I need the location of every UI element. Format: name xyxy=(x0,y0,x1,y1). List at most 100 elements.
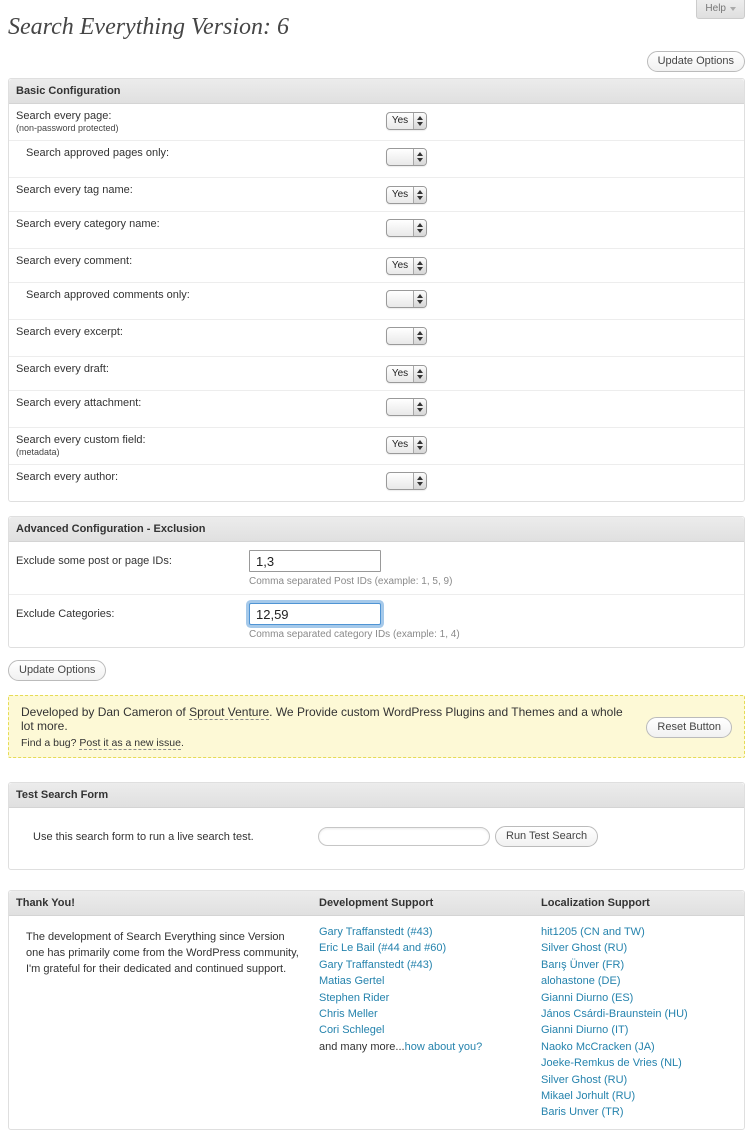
advanced-configuration-header: Advanced Configuration - Exclusion xyxy=(9,517,744,542)
exclusion-label: Exclude some post or page IDs: xyxy=(9,550,249,567)
yes-no-select[interactable]: Yes xyxy=(386,186,427,204)
select-value xyxy=(387,291,413,307)
localization-support-link[interactable]: Mikael Jorhult (RU) xyxy=(541,1088,744,1104)
thank-you-header-row: Thank You! Development Support Localizat… xyxy=(9,891,744,916)
setting-control-cell xyxy=(386,218,427,241)
localization-support-link[interactable]: Gianni Diurno (ES) xyxy=(541,990,744,1006)
setting-row: Search every comment: Yes xyxy=(9,249,744,283)
localization-support-header: Localization Support xyxy=(541,891,744,915)
select-stepper-icon xyxy=(413,328,426,344)
update-options-button-bottom[interactable]: Update Options xyxy=(8,660,106,681)
select-stepper-icon xyxy=(413,366,426,382)
localization-support-link[interactable]: hit1205 (CN and TW) xyxy=(541,924,744,940)
select-stepper-icon xyxy=(413,187,426,203)
test-search-panel: Test Search Form Use this search form to… xyxy=(8,782,745,870)
how-about-you-link[interactable]: how about you? xyxy=(405,1041,483,1053)
development-support-link[interactable]: Gary Traffanstedt (#43) xyxy=(319,957,541,973)
exclusion-label: Exclude Categories: xyxy=(9,603,249,620)
bottom-actions: Update Options xyxy=(8,660,753,681)
help-label: Help xyxy=(705,3,726,14)
exclusion-help-text: Comma separated category IDs (example: 1… xyxy=(249,629,460,640)
sprout-venture-link[interactable]: Sprout Venture xyxy=(189,705,269,720)
yes-no-select[interactable]: Yes xyxy=(386,112,427,130)
localization-support-link[interactable]: Naoko McCracken (JA) xyxy=(541,1039,744,1055)
setting-row: Search every category name: xyxy=(9,212,744,249)
advanced-rows: Exclude some post or page IDs: Comma sep… xyxy=(9,542,744,647)
test-search-body: Use this search form to run a live searc… xyxy=(9,808,744,869)
developer-notice: Developed by Dan Cameron of Sprout Ventu… xyxy=(8,695,745,758)
localization-support-link[interactable]: Baris Unver (TR) xyxy=(541,1104,744,1120)
setting-row: Search every attachment: xyxy=(9,391,744,428)
select-value: Yes xyxy=(387,258,413,274)
localization-support-link[interactable]: Silver Ghost (RU) xyxy=(541,940,744,956)
and-many-more-line: and many more...how about you? xyxy=(319,1039,541,1055)
thank-you-message: The development of Search Everything sin… xyxy=(9,921,319,1121)
basic-configuration-header: Basic Configuration xyxy=(9,79,744,104)
development-support-list: Gary Traffanstedt (#43)Eric Le Bail (#44… xyxy=(319,921,541,1121)
update-options-button-top[interactable]: Update Options xyxy=(647,51,745,72)
development-support-link[interactable]: Cori Schlegel xyxy=(319,1022,541,1038)
yes-no-select[interactable] xyxy=(386,398,427,416)
thank-you-body: The development of Search Everything sin… xyxy=(9,916,744,1129)
select-value: Yes xyxy=(387,366,413,382)
exclusion-input[interactable] xyxy=(249,603,381,625)
yes-no-select[interactable] xyxy=(386,148,427,166)
yes-no-select[interactable]: Yes xyxy=(386,436,427,454)
localization-support-link[interactable]: Barış Ünver (FR) xyxy=(541,957,744,973)
notice-line2-prefix: Find a bug? xyxy=(21,737,79,749)
yes-no-select[interactable] xyxy=(386,472,427,490)
notice-button-wrap: Reset Button xyxy=(646,717,732,738)
yes-no-select[interactable] xyxy=(386,327,427,345)
setting-control-cell: Yes xyxy=(386,255,427,275)
yes-no-select[interactable]: Yes xyxy=(386,365,427,383)
setting-label-cell: Search every tag name: xyxy=(9,184,386,196)
development-support-link[interactable]: Gary Traffanstedt (#43) xyxy=(319,924,541,940)
yes-no-select[interactable] xyxy=(386,219,427,237)
localization-support-link[interactable]: Silver Ghost (RU) xyxy=(541,1072,744,1088)
test-search-input[interactable] xyxy=(318,827,490,846)
chevron-down-icon xyxy=(730,7,736,11)
setting-label: Search every tag name: xyxy=(16,184,386,196)
select-stepper-icon xyxy=(413,437,426,453)
select-stepper-icon xyxy=(413,473,426,489)
setting-label-cell: Search every category name: xyxy=(9,218,386,230)
setting-label-cell: Search every excerpt: xyxy=(9,326,386,338)
exclusion-input[interactable] xyxy=(249,550,381,572)
help-dropdown[interactable]: Help xyxy=(696,0,745,19)
setting-label: Search every attachment: xyxy=(16,397,386,409)
setting-control-cell xyxy=(386,397,427,420)
localization-support-link[interactable]: Gianni Diurno (IT) xyxy=(541,1022,744,1038)
reset-button[interactable]: Reset Button xyxy=(646,717,732,738)
select-stepper-icon xyxy=(413,399,426,415)
development-support-link[interactable]: Stephen Rider xyxy=(319,990,541,1006)
setting-row: Search every author: xyxy=(9,465,744,501)
run-test-search-button[interactable]: Run Test Search xyxy=(495,826,598,847)
development-support-link[interactable]: Eric Le Bail (#44 and #60) xyxy=(319,940,541,956)
exclusion-row: Exclude some post or page IDs: Comma sep… xyxy=(9,542,744,595)
development-support-link[interactable]: Matias Gertel xyxy=(319,973,541,989)
post-issue-link[interactable]: Post it as a new issue xyxy=(79,737,181,750)
setting-label: Search every page: xyxy=(16,110,386,122)
setting-row: Search every page: (non-password protect… xyxy=(9,104,744,141)
localization-support-link[interactable]: János Csárdi-Braunstein (HU) xyxy=(541,1006,744,1022)
select-value: Yes xyxy=(387,437,413,453)
setting-label-cell: Search every draft: xyxy=(9,363,386,375)
exclusion-help-text: Comma separated Post IDs (example: 1, 5,… xyxy=(249,576,452,587)
notice-line1-prefix: Developed by Dan Cameron of xyxy=(21,705,189,719)
select-value: Yes xyxy=(387,187,413,203)
setting-control-cell: Yes xyxy=(386,363,427,383)
notice-line2: Find a bug? Post it as a new issue. xyxy=(21,737,630,749)
yes-no-select[interactable]: Yes xyxy=(386,257,427,275)
development-support-link[interactable]: Chris Meller xyxy=(319,1006,541,1022)
thank-you-header: Thank You! xyxy=(9,891,319,915)
yes-no-select[interactable] xyxy=(386,290,427,308)
localization-support-link[interactable]: Joeke-Remkus de Vries (NL) xyxy=(541,1055,744,1071)
exclusion-row: Exclude Categories: Comma separated cate… xyxy=(9,595,744,647)
setting-row: Search every tag name: Yes xyxy=(9,178,744,212)
localization-support-list: hit1205 (CN and TW)Silver Ghost (RU)Barı… xyxy=(541,921,744,1121)
setting-label-cell: Search approved pages only: xyxy=(9,147,386,159)
setting-row: Search every excerpt: xyxy=(9,320,744,357)
page-title: Search Everything Version: 6 xyxy=(8,14,753,41)
setting-label-cell: Search every author: xyxy=(9,471,386,483)
localization-support-link[interactable]: alohastone (DE) xyxy=(541,973,744,989)
